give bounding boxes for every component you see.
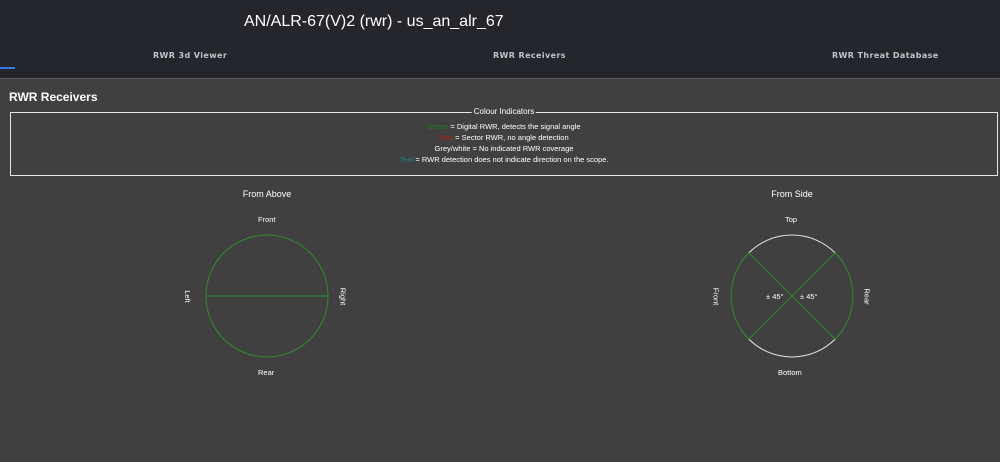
legend-key-red: Red [439,133,454,142]
tab-rwr-3d-viewer[interactable]: RWR 3d Viewer [153,51,227,60]
tab-rwr-threat-database[interactable]: RWR Threat Database [832,51,939,60]
diagram-title: From Above [242,189,292,199]
label-front: Front [258,215,276,224]
coverage-arc-top [748,234,836,254]
legend-item-green: Green = Digital RWR, detects the signal … [11,122,997,131]
label-rear: Rear [862,288,872,305]
angle-label-rear: ± 45° [800,292,818,301]
label-bottom: Bottom [778,368,802,377]
legend-key-teal: Teal [399,155,414,164]
coverage-arc-front [730,252,750,340]
active-tab-indicator [0,67,15,69]
diagram-from-side: From Side Top ± 45° ± 45° Front Rear Bot… [672,186,912,386]
legend-item-teal: Teal = RWR detection does not indicate d… [11,155,997,164]
diagram-from-above: From Above Front Left Right Rear [147,186,387,386]
legend-text: = RWR detection does not indicate direct… [413,155,609,164]
legend-title: Colour Indicators [471,107,537,116]
colour-indicators-box: Colour Indicators Green = Digital RWR, d… [10,107,998,176]
label-rear: Rear [258,368,275,377]
app-title: AN/ALR-67(V)2 (rwr) - us_an_alr_67 [244,13,504,30]
legend-item-grey: Grey/white = No indicated RWR coverage [11,144,997,153]
coverage-circle-side [730,234,854,358]
legend-text: Grey/white = No indicated RWR coverage [434,144,574,153]
coverage-circle-above [205,234,329,358]
legend-text: = Sector RWR, no angle detection [453,133,569,142]
legend-key-green: Green [427,122,449,131]
coverage-arc-rear [834,252,854,340]
app-header: AN/ALR-67(V)2 (rwr) - us_an_alr_67 RWR 3… [0,0,1000,79]
tab-rwr-receivers[interactable]: RWR Receivers [493,51,566,60]
legend-text: = Digital RWR, detects the signal angle [448,122,581,131]
diagram-title: From Side [771,189,813,199]
label-top: Top [785,215,798,224]
label-right: Right [338,287,348,306]
label-front: Front [711,287,721,306]
coverage-arc-bottom [748,338,836,358]
legend-item-red: Red = Sector RWR, no angle detection [11,133,997,142]
angle-label-front: ± 45° [766,292,784,301]
label-left: Left [182,290,192,303]
section-title: RWR Receivers [9,90,98,104]
